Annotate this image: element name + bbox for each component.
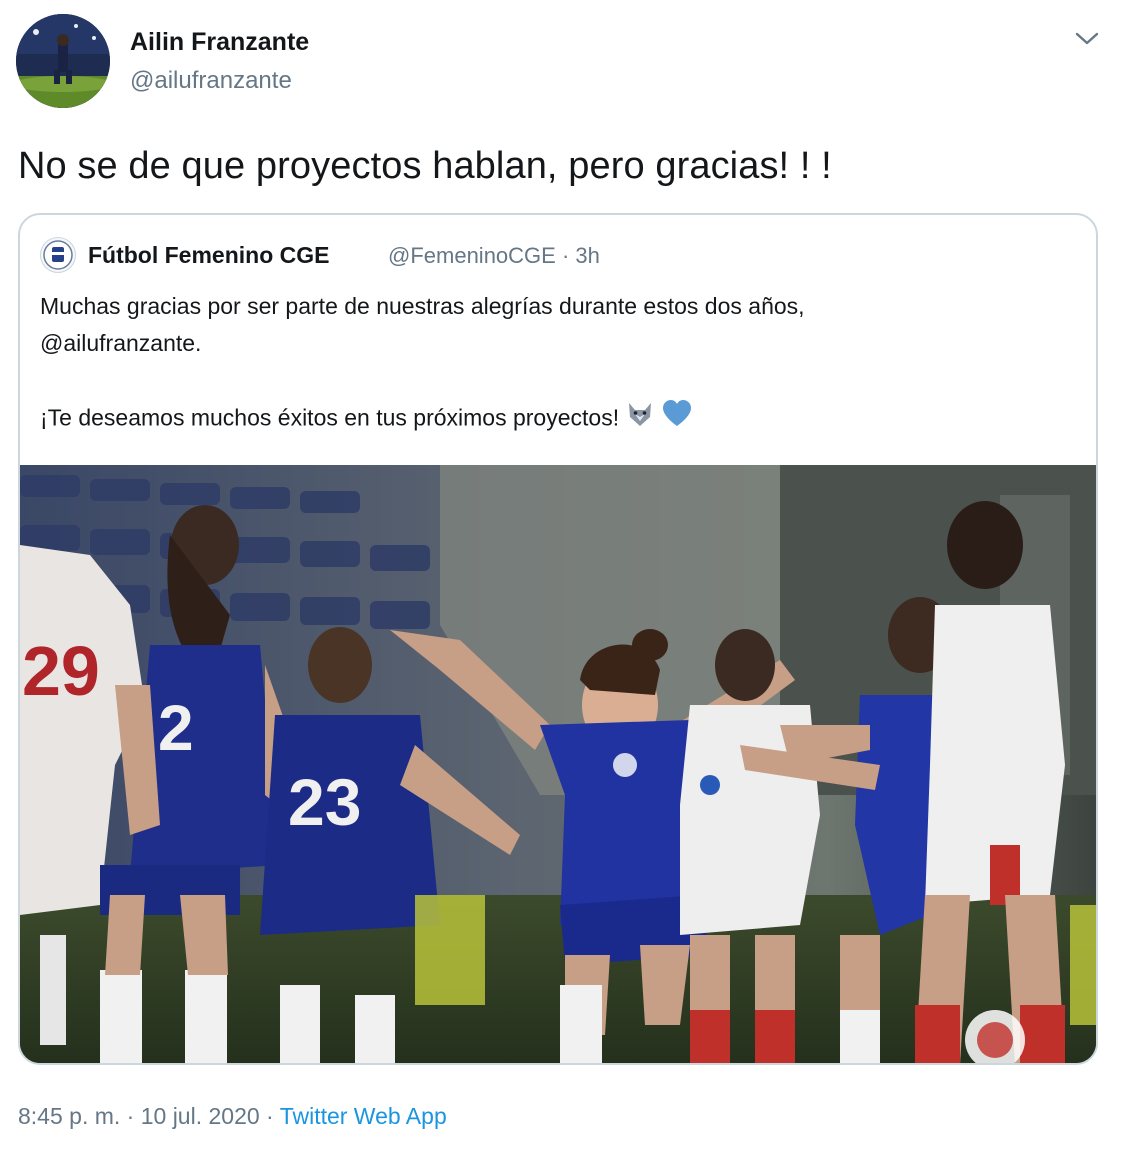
quote-avatar[interactable] [40, 237, 76, 273]
quote-photo[interactable]: 29 2 23 [20, 465, 1096, 1063]
quoted-tweet[interactable]: Fútbol Femenino CGE @FemeninoCGE · 3h Mu… [18, 213, 1098, 1065]
quote-text: Muchas gracias por ser parte de nuestras… [40, 288, 1080, 440]
tweet-source-link[interactable]: Twitter Web App [280, 1103, 447, 1129]
svg-text:29: 29 [22, 632, 100, 710]
quote-mention[interactable]: @ailufranzante. [40, 325, 1080, 362]
tweet-card: Ailin Franzante @ailufranzante No se de … [0, 0, 1128, 1160]
tweet-meta: 8:45 p. m. · 10 jul. 2020 · Twitter Web … [18, 1103, 447, 1130]
svg-text:23: 23 [288, 765, 361, 839]
quote-author-handle[interactable]: @FemeninoCGE · 3h [388, 243, 600, 269]
blue-heart-emoji-icon [661, 399, 693, 440]
wolf-emoji-icon [625, 399, 655, 440]
author-handle[interactable]: @ailufranzante [130, 67, 292, 95]
quote-text-line-3: ¡Te deseamos muchos éxitos en tus próxim… [40, 399, 1080, 440]
quote-author-name[interactable]: Fútbol Femenino CGE [88, 242, 330, 269]
quote-paragraph-gap [40, 362, 1080, 399]
chevron-down-icon[interactable] [1072, 26, 1102, 50]
tweet-text: No se de que proyectos hablan, pero grac… [18, 145, 832, 187]
author-name[interactable]: Ailin Franzante [130, 28, 309, 57]
svg-text:2: 2 [158, 692, 194, 764]
tweet-timestamp[interactable]: 8:45 p. m. · 10 jul. 2020 [18, 1103, 260, 1129]
quote-text-line-3-text: ¡Te deseamos muchos éxitos en tus próxim… [40, 404, 620, 431]
avatar[interactable] [16, 14, 110, 108]
meta-separator: · [259, 1103, 280, 1129]
quote-text-line-1: Muchas gracias por ser parte de nuestras… [40, 293, 805, 319]
